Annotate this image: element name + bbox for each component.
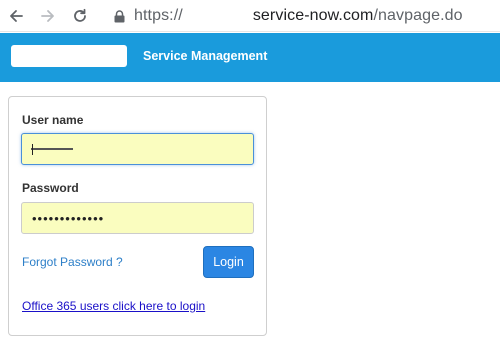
url-scheme: https:// bbox=[134, 7, 183, 24]
reload-icon bbox=[72, 8, 88, 24]
app-header: Service Management bbox=[0, 33, 500, 82]
login-panel: User name Password Forgot Password ? Log… bbox=[8, 96, 267, 336]
forward-button[interactable] bbox=[36, 4, 60, 28]
forgot-password-link[interactable]: Forgot Password ? bbox=[22, 255, 123, 269]
username-label: User name bbox=[22, 113, 84, 127]
arrow-right-icon bbox=[40, 8, 56, 24]
login-button[interactable]: Login bbox=[203, 246, 254, 278]
arrow-left-icon bbox=[8, 8, 24, 24]
url-domain: service-now.com bbox=[252, 7, 374, 24]
lock-icon bbox=[114, 9, 125, 23]
username-input[interactable] bbox=[21, 133, 254, 165]
address-bar[interactable]: https:// service-now.com/navpage.do bbox=[100, 0, 500, 32]
redacted-logo bbox=[11, 45, 127, 67]
url-text: https:// service-now.com/navpage.do bbox=[134, 7, 463, 25]
password-input[interactable] bbox=[21, 202, 254, 234]
redacted-subdomain bbox=[182, 8, 253, 23]
app-title: Service Management bbox=[143, 49, 268, 63]
url-path: /navpage.do bbox=[373, 7, 463, 24]
reload-button[interactable] bbox=[68, 4, 92, 28]
office365-login-link[interactable]: Office 365 users click here to login bbox=[22, 299, 205, 313]
browser-toolbar: https:// service-now.com/navpage.do bbox=[0, 0, 500, 32]
back-button[interactable] bbox=[4, 4, 28, 28]
password-label: Password bbox=[22, 181, 79, 195]
